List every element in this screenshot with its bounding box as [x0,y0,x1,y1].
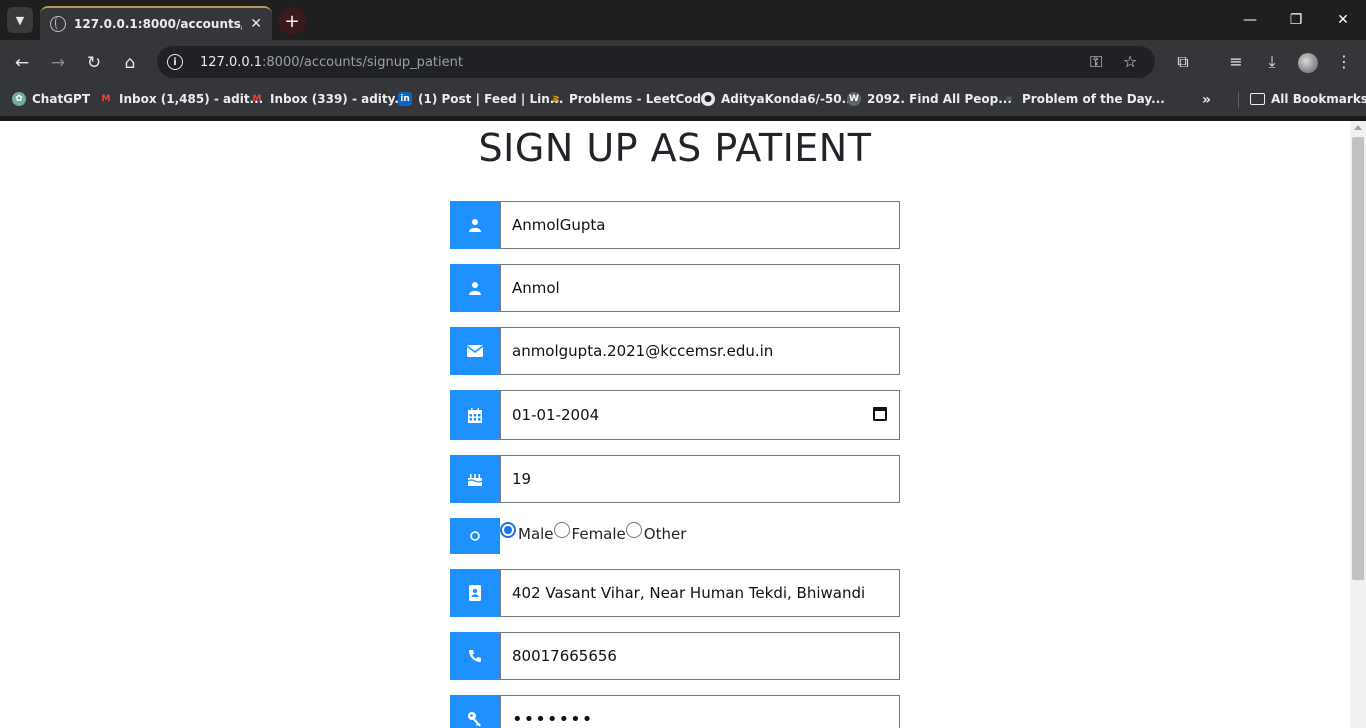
bookmark-label: Inbox (1,485) - adit... [119,92,264,106]
new-tab-button[interactable]: + [278,7,306,35]
tab-title: 127.0.0.1:8000/accounts/signup_patient [74,17,242,31]
birthday-cake-icon [450,455,500,503]
gender-female-label: Female [571,525,626,543]
profile-avatar[interactable] [1298,53,1318,73]
dob-field[interactable]: 01-01-2004 [500,390,900,440]
bookmark-item[interactable]: W 2092. Find All Peop... [847,92,1012,106]
address-book-icon [450,569,500,617]
calendar-icon [450,390,500,440]
bookmark-label: Inbox (339) - adity... [270,92,409,106]
key-icon[interactable]: ⚿ [1090,52,1102,72]
phone-icon [450,632,500,680]
bookmark-label: 2092. Find All Peop... [867,92,1012,106]
bookmark-item[interactable]: ● AdityaKonda6/-50... [701,92,855,106]
gender-circle-icon [450,518,500,554]
user-icon [450,201,500,249]
envelope-icon [450,327,500,375]
bookmark-item[interactable]: ∞ Problem of the Day... [1002,92,1165,106]
chatgpt-icon: ✿ [12,92,26,106]
github-icon: ● [701,92,715,106]
gender-male-label: Male [518,525,554,543]
name-field[interactable]: Anmol [500,264,900,312]
all-bookmarks-label: All Bookmarks [1271,92,1366,106]
bookmark-item[interactable]: ✿ ChatGPT [12,92,90,106]
gender-other-radio[interactable] [625,522,642,538]
bookmarks-divider [1238,92,1239,108]
gfg-icon: ∞ [1005,94,1013,104]
email-row: anmolgupta.2021@kccemsr.edu.in [450,327,900,375]
date-picker-icon[interactable] [873,407,887,421]
linkedin-icon: in [398,92,412,106]
signup-page: SIGN UP AS PATIENT AnmolGupta Anmol anmo… [0,121,1350,728]
scroll-up-arrow-icon[interactable] [1354,125,1362,130]
site-info-icon[interactable]: i [167,54,183,70]
password-field[interactable]: ••••••• [500,695,900,728]
gender-other-label: Other [643,525,687,543]
menu-kebab-icon[interactable]: ⋮ [1333,52,1355,71]
age-row: 19 [450,455,900,503]
url-path: :8000/accounts/signup_patient [262,54,463,70]
user-icon [450,264,500,312]
tab-search-button[interactable]: ▼ [7,7,33,33]
scroll-thumb[interactable] [1352,137,1364,580]
key-icon [450,695,500,728]
tab-strip: ▼ 127.0.0.1:8000/accounts/signup_patient… [0,0,1366,40]
media-control-icon[interactable]: ≡ [1225,52,1247,71]
address-row: 402 Vasant Vihar, Near Human Tekdi, Bhiw… [450,569,900,617]
page-scrollbar[interactable] [1350,121,1366,728]
dob-row: 01-01-2004 [450,390,900,440]
active-tab[interactable]: 127.0.0.1:8000/accounts/signup_patient ✕ [40,6,272,40]
reload-button[interactable]: ↻ [82,52,106,74]
gender-row: Male Female Other [450,517,900,554]
name-row: Anmol [450,264,900,312]
bookmark-item[interactable]: in (1) Post | Feed | Lin... [398,92,563,106]
bookmark-item[interactable]: M Inbox (1,485) - adit... [99,92,264,106]
gender-radio-group: Male Female Other [500,517,686,543]
all-bookmarks-button[interactable]: All Bookmarks [1250,92,1366,106]
bookmark-label: Problem of the Day... [1022,92,1165,106]
bookmark-item[interactable]: ≩ Problems - LeetCode [549,92,709,106]
home-button[interactable]: ⌂ [118,52,142,74]
restore-button[interactable]: ❐ [1273,0,1319,40]
bookmark-label: AdityaKonda6/-50... [721,92,856,106]
password-row: ••••••• [450,695,900,728]
page-title: SIGN UP AS PATIENT [478,126,872,170]
username-row: AnmolGupta [450,201,900,249]
close-window-button[interactable]: ✕ [1320,0,1366,40]
download-icon[interactable]: ⤓ [1261,52,1283,72]
forward-button[interactable]: → [46,52,70,74]
bookmark-star-icon[interactable]: ☆ [1123,52,1137,71]
folder-icon [1250,93,1265,105]
age-field[interactable]: 19 [500,455,900,503]
url-host: 127.0.0.1 [200,54,263,70]
minimize-button[interactable]: — [1227,0,1273,40]
leetcode-icon: ≩ [552,94,560,104]
more-bookmarks-icon[interactable]: » [1202,92,1211,108]
bookmark-label: Problems - LeetCode [569,92,710,106]
username-field[interactable]: AnmolGupta [500,201,900,249]
phone-field[interactable]: 80017665656 [500,632,900,680]
tab-close-icon[interactable]: ✕ [250,16,262,32]
gender-male-radio[interactable] [500,522,516,538]
globe-icon [50,16,66,32]
address-field[interactable]: 402 Vasant Vihar, Near Human Tekdi, Bhiw… [500,569,900,617]
email-field[interactable]: anmolgupta.2021@kccemsr.edu.in [500,327,900,375]
bookmark-item[interactable]: M Inbox (339) - adity... [250,92,409,106]
gmail-icon: M [101,94,111,104]
bookmark-label: (1) Post | Feed | Lin... [418,92,564,106]
bookmark-label: ChatGPT [32,92,91,106]
gmail-icon: M [252,94,262,104]
dob-value: 01-01-2004 [512,406,600,424]
gender-female-radio[interactable] [553,522,570,538]
phone-row: 80017665656 [450,632,900,680]
w-icon: W [847,92,861,106]
back-button[interactable]: ← [10,52,34,74]
address-bar[interactable]: i 127.0.0.1:8000/accounts/signup_patient [157,46,1155,78]
extensions-icon[interactable]: ⧉ [1172,52,1194,72]
